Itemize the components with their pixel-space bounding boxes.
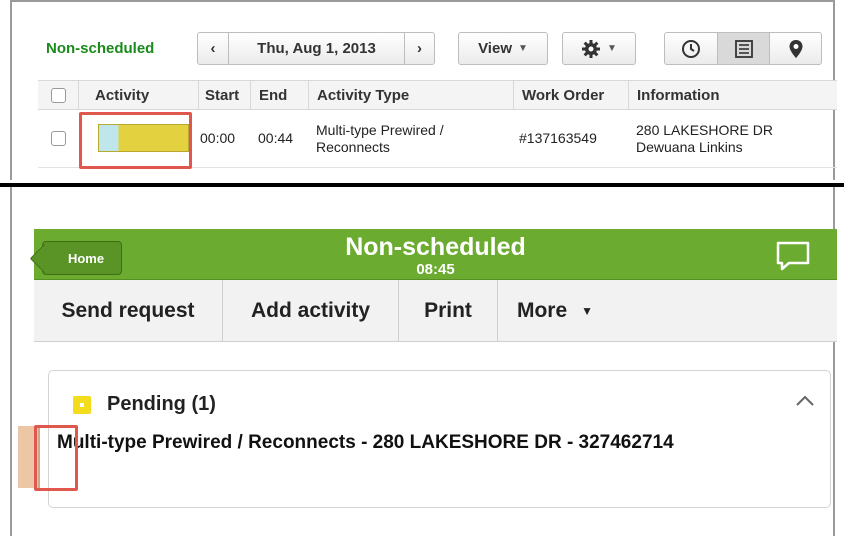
page-title: Non-scheduled (345, 233, 526, 261)
info-address: 280 LAKESHORE DR (636, 121, 773, 138)
chevron-down-icon: ▼ (581, 303, 594, 318)
chevron-down-icon: ▼ (518, 43, 528, 54)
end-time: 00:44 (258, 130, 294, 146)
column-header-start[interactable]: Start (198, 81, 250, 109)
mobile-toolbar: Send request Add activity Print More ▼ (34, 280, 837, 342)
location-pin-icon (789, 39, 802, 58)
activity-type-cell: Multi-type Prewired / Reconnects (308, 110, 513, 167)
row-checkbox[interactable] (50, 131, 66, 146)
chevron-left-icon: ‹ (210, 40, 216, 57)
pending-activity-item[interactable]: Multi-type Prewired / Reconnects - 280 L… (57, 431, 757, 454)
mobile-header: Home Non-scheduled 08:45 (34, 229, 837, 280)
pending-section: Pending (1) Multi-type Prewired / Reconn… (18, 370, 831, 508)
view-dropdown-inner: View ▼ (459, 33, 547, 64)
chevron-right-icon: › (417, 40, 422, 57)
settings-icon (582, 39, 601, 58)
select-all-cell (38, 81, 78, 109)
date-navigator: ‹ Thu, Aug 1, 2013 › (197, 32, 435, 65)
more-menu-button[interactable]: More ▼ (497, 280, 612, 341)
current-time: 08:45 (416, 261, 455, 278)
schedule-toolbar: Non-scheduled ‹ Thu, Aug 1, 2013 › View … (12, 2, 833, 78)
activity-type-line1: Multi-type Prewired / (316, 121, 444, 138)
activity-type-line2: Reconnects (316, 138, 390, 155)
prev-day-button[interactable]: ‹ (198, 33, 228, 64)
list-icon (734, 39, 753, 58)
next-day-button[interactable]: › (404, 33, 434, 64)
pending-status-icon (73, 395, 91, 414)
column-header-work-order[interactable]: Work Order (513, 81, 628, 109)
work-order-number: #137163549 (519, 130, 597, 146)
settings-dropdown-inner: ▼ (563, 33, 635, 64)
view-mode-switcher (664, 32, 822, 65)
select-all-checkbox[interactable] (50, 87, 66, 103)
time-view-button[interactable] (665, 33, 717, 64)
info-customer-name: Dewuana Linkins (636, 138, 743, 155)
list-view-button[interactable] (717, 33, 769, 64)
pending-title: Pending (1) (107, 393, 216, 415)
mobile-schedule-panel: Home Non-scheduled 08:45 Send request Ad… (10, 187, 837, 536)
settings-dropdown[interactable]: ▼ (562, 32, 636, 65)
desktop-schedule-panel: Non-scheduled ‹ Thu, Aug 1, 2013 › View … (10, 0, 837, 180)
more-label: More (516, 298, 568, 322)
pending-header[interactable]: Pending (1) (73, 393, 216, 416)
clock-icon (682, 39, 700, 58)
view-dropdown[interactable]: View ▼ (458, 32, 548, 65)
chevron-down-icon: ▼ (607, 43, 617, 54)
map-view-button[interactable] (769, 33, 821, 64)
activity-highlight-box (79, 112, 192, 169)
column-header-information[interactable]: Information (628, 81, 837, 109)
print-button[interactable]: Print (398, 280, 497, 341)
column-header-activity[interactable]: Activity (78, 81, 198, 109)
view-label: View (478, 40, 512, 57)
row-select-cell (38, 110, 78, 167)
column-header-activity-type[interactable]: Activity Type (308, 81, 513, 109)
information-cell: 280 LAKESHORE DR Dewuana Linkins (628, 110, 837, 167)
column-header-end[interactable]: End (250, 81, 308, 109)
schedule-label: Non-scheduled (46, 40, 155, 57)
date-picker-button[interactable]: Thu, Aug 1, 2013 (228, 33, 404, 64)
add-activity-button[interactable]: Add activity (222, 280, 398, 341)
start-time: 00:00 (200, 130, 236, 146)
table-header: Activity Start End Activity Type Work Or… (38, 80, 837, 110)
chevron-up-icon[interactable] (794, 393, 816, 409)
send-request-button[interactable]: Send request (34, 280, 222, 341)
pending-bar-highlight-box (34, 425, 78, 491)
message-icon[interactable] (775, 241, 811, 271)
